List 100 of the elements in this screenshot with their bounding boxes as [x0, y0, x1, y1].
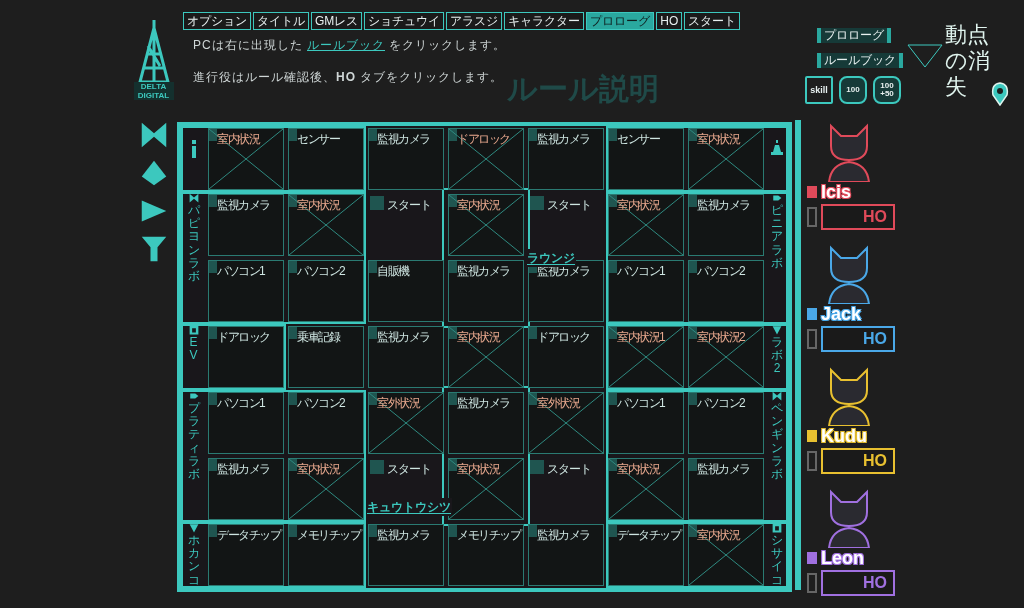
dice-button[interactable]: 100	[839, 76, 867, 104]
card-title: パソコン1	[217, 395, 265, 412]
card-title: パソコン2	[297, 395, 345, 412]
room-card[interactable]: 監視カメラ	[448, 260, 524, 322]
card-tab	[609, 195, 617, 207]
dice-button[interactable]: 100 +50	[873, 76, 901, 104]
room-card[interactable]: ドアロック	[448, 128, 524, 190]
room-card[interactable]: 監視カメラ	[448, 392, 524, 454]
card-tab	[289, 195, 297, 207]
room-card[interactable]: 室内状況	[208, 128, 284, 190]
card-title: データチップ	[617, 527, 680, 544]
room-card[interactable]: 監視カメラ	[208, 458, 284, 520]
card-title: 室内状況	[617, 461, 659, 478]
card-title: パソコン2	[697, 263, 745, 280]
room-card[interactable]: 室内状況2	[688, 326, 764, 388]
ho-field[interactable]: HO	[821, 570, 895, 596]
room-card[interactable]: センサー	[608, 128, 684, 190]
card-tab	[449, 261, 457, 273]
room-card[interactable]: メモリチップ	[448, 524, 524, 586]
scene-button[interactable]: プロローグ	[817, 28, 891, 43]
menu-tab[interactable]: スタート	[684, 12, 741, 30]
room-card[interactable]: 監視カメラ	[688, 194, 764, 256]
menu-tab[interactable]: プロローグ	[586, 12, 655, 30]
scene-button[interactable]: ルールブック	[817, 53, 903, 68]
room-card[interactable]: 室内状況	[688, 524, 764, 586]
room-card[interactable]: ドアロック	[208, 326, 284, 388]
room-card[interactable]: 室内状況	[288, 458, 364, 520]
room-icon	[188, 325, 199, 335]
ho-field[interactable]: HO	[821, 326, 895, 352]
room-card[interactable]: データチップ	[608, 524, 684, 586]
small-square-icon	[807, 573, 817, 593]
cross-icon	[289, 459, 363, 519]
menu-tab[interactable]: キャラクター	[504, 12, 585, 30]
room-card[interactable]: 監視カメラ	[368, 326, 444, 388]
card-title: 室内状況	[297, 461, 339, 478]
room-card[interactable]: 自販機	[368, 260, 444, 322]
small-square-icon	[807, 207, 817, 227]
room-icon	[188, 193, 199, 203]
card-title: 監視カメラ	[217, 197, 270, 214]
room-card[interactable]: センサー	[288, 128, 364, 190]
ho-text: HO	[863, 451, 887, 471]
menu-tab[interactable]: GMレス	[311, 12, 363, 30]
room-card[interactable]: パソコン2	[288, 260, 364, 322]
room-card[interactable]: パソコン1	[608, 260, 684, 322]
room-card[interactable]: パソコン1	[208, 392, 284, 454]
room-card[interactable]: 室内状況1	[608, 326, 684, 388]
room-card[interactable]: パソコン2	[288, 392, 364, 454]
room-card[interactable]: 室外状況	[368, 392, 444, 454]
card-title: 室内状況	[617, 197, 659, 214]
rulebook-link[interactable]: ルールブック	[307, 38, 385, 52]
room-card[interactable]: 監視カメラ	[528, 128, 604, 190]
skill-button[interactable]: skill	[805, 76, 833, 104]
room-card[interactable]: パソコン1	[608, 392, 684, 454]
card-title: ドアロック	[537, 329, 590, 346]
room-card[interactable]: 室内状況	[608, 458, 684, 520]
card-title: 監視カメラ	[537, 527, 590, 544]
room-card[interactable]: 室内状況	[608, 194, 684, 256]
card-title: 乗車記録	[297, 329, 339, 346]
card-tab	[209, 327, 217, 339]
room-card[interactable]: 室内状況	[688, 128, 764, 190]
room-card[interactable]: 室外状況	[528, 392, 604, 454]
room-icon	[188, 391, 199, 401]
room-icon	[772, 193, 782, 203]
ho-text: HO	[863, 573, 887, 593]
game-title: 動点の消失	[945, 22, 991, 100]
room-card[interactable]: パソコン1	[208, 260, 284, 322]
card-title: 監視カメラ	[217, 461, 270, 478]
card-tab	[609, 261, 617, 273]
info-icon	[189, 140, 198, 158]
room-card[interactable]: 監視カメラ	[368, 524, 444, 586]
room-card[interactable]: 監視カメラ	[528, 524, 604, 586]
menu-tab[interactable]: ショチュウイ	[364, 12, 445, 30]
room-card[interactable]: データチップ	[208, 524, 284, 586]
room-card[interactable]: 乗車記録	[288, 326, 364, 388]
room-card[interactable]: 室内状況	[448, 326, 524, 388]
room-card[interactable]: 監視カメラ	[688, 458, 764, 520]
menu-tab[interactable]: オプション	[183, 12, 251, 30]
card-title: 監視カメラ	[697, 197, 750, 214]
room-card[interactable]: 監視カメラ	[368, 128, 444, 190]
room-card[interactable]: ドアロック	[528, 326, 604, 388]
ho-field[interactable]: HO	[821, 448, 895, 474]
room-icon	[772, 523, 782, 533]
card-title: 室内状況1	[617, 329, 665, 346]
room-card[interactable]: メモリチップ	[288, 524, 364, 586]
room-card[interactable]: パソコン2	[688, 392, 764, 454]
ho-field[interactable]: HO	[821, 204, 895, 230]
menu-tab[interactable]: タイトル	[253, 12, 309, 30]
menu-tab[interactable]: アラスジ	[446, 12, 503, 30]
bell-icon	[771, 140, 783, 156]
room-card[interactable]: 室内状況	[448, 194, 524, 256]
card-title: センサー	[617, 131, 659, 148]
cross-icon	[609, 195, 683, 255]
room-card[interactable]: 監視カメラ	[208, 194, 284, 256]
room-card[interactable]: パソコン2	[688, 260, 764, 322]
menu-tab[interactable]: HO	[656, 12, 683, 30]
room-card[interactable]: 室内状況	[288, 194, 364, 256]
card-tab	[609, 525, 617, 537]
card-title: 自販機	[377, 263, 409, 280]
room-label: ラボ2	[771, 336, 783, 376]
card-tab	[369, 525, 377, 537]
